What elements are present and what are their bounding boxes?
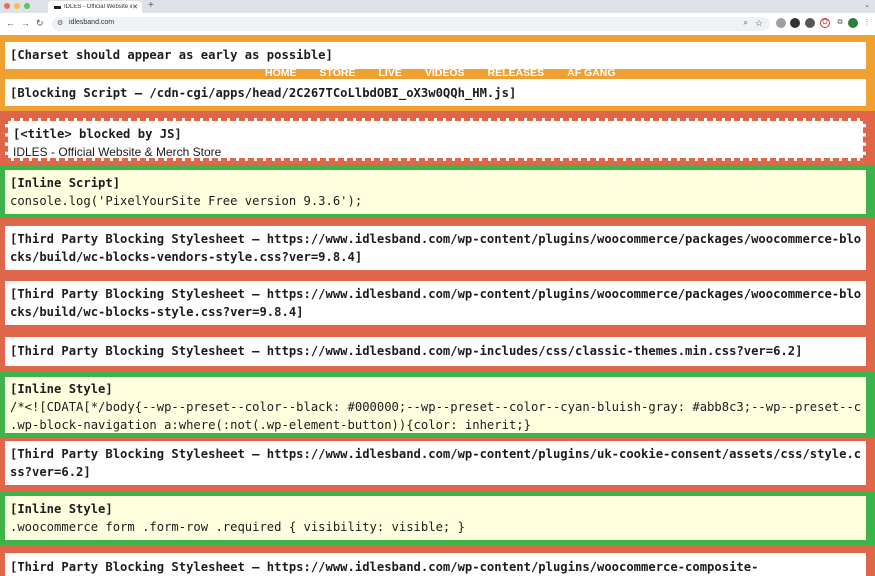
block-label: [Third Party Blocking Stylesheet – https… (10, 344, 803, 358)
url-text[interactable]: idlesband.com (69, 19, 114, 26)
block-blocking-script: [Blocking Script – /cdn-cgi/apps/head/2C… (5, 79, 866, 106)
block-label: [Inline Style] (10, 502, 113, 516)
browser-tab[interactable]: IDLES - Official Website & Me ✕ (48, 1, 142, 13)
block-title-blocked: [<title> blocked by JS] IDLES - Official… (5, 118, 866, 161)
tab-search-icon[interactable]: ⌄ (864, 1, 870, 9)
address-bar[interactable]: ⚙ idlesband.com ⌕ ☆ (52, 17, 770, 31)
block-label: [Charset should appear as early as possi… (10, 48, 333, 62)
site-navigation: HOME STORE LIVE VIDEOS RELEASES AF GANG (265, 67, 616, 79)
block-inline-style-2: [Inline Style] .woocommerce form .form-r… (5, 496, 866, 540)
close-window-icon[interactable] (4, 3, 10, 9)
block-label: [Third Party Blocking Stylesheet – https… (10, 232, 862, 264)
block-label: [Third Party Blocking Stylesheet – https… (10, 560, 759, 574)
block-third-party-stylesheet-4: [Third Party Blocking Stylesheet – https… (5, 441, 866, 485)
block-third-party-stylesheet-1: [Third Party Blocking Stylesheet – https… (5, 226, 866, 270)
nav-videos[interactable]: VIDEOS (425, 67, 465, 79)
opera-extension-icon[interactable]: O (820, 18, 830, 28)
block-charset: [Charset should appear as early as possi… (5, 42, 866, 69)
window-controls (4, 3, 30, 9)
site-info-icon[interactable]: ⚙ (57, 19, 63, 27)
minimize-window-icon[interactable] (14, 3, 20, 9)
nav-home[interactable]: HOME (265, 67, 297, 79)
browser-chrome: IDLES - Official Website & Me ✕ + ⌄ ← → … (0, 0, 875, 35)
extension-icon-2[interactable] (805, 18, 815, 28)
nav-live[interactable]: LIVE (378, 67, 401, 79)
block-label: [<title> blocked by JS] (13, 127, 182, 141)
block-text: .woocommerce form .form-row .required { … (10, 520, 465, 534)
tab-title: IDLES - Official Website & Me (64, 4, 132, 10)
block-text: /*<![CDATA[*/body{--wp--preset--color--b… (10, 400, 862, 414)
reload-icon[interactable]: ↻ (36, 18, 44, 29)
nav-releases[interactable]: RELEASES (488, 67, 545, 79)
browser-toolbar: ← → ↻ ⚙ idlesband.com ⌕ ☆ O ⧉ ⋮ (0, 13, 875, 35)
close-tab-icon[interactable]: ✕ (132, 3, 138, 11)
forward-icon[interactable]: → (21, 18, 30, 28)
nav-af-gang[interactable]: AF GANG (567, 67, 615, 79)
tab-bar: IDLES - Official Website & Me ✕ + ⌄ (0, 0, 875, 13)
block-inline-script: [Inline Script] console.log('PixelYourSi… (5, 170, 866, 214)
block-label: [Third Party Blocking Stylesheet – https… (10, 447, 862, 479)
block-third-party-stylesheet-2: [Third Party Blocking Stylesheet – https… (5, 281, 866, 325)
bookmark-star-icon[interactable]: ☆ (755, 18, 763, 29)
zoom-window-icon[interactable] (24, 3, 30, 9)
new-tab-button[interactable]: + (148, 0, 154, 11)
page-viewport: [Charset should appear as early as possi… (0, 35, 875, 576)
back-icon[interactable]: ← (6, 18, 15, 28)
profile-avatar[interactable] (848, 18, 858, 28)
block-label: [Third Party Blocking Stylesheet – https… (10, 287, 862, 319)
block-label: [Inline Style] (10, 382, 113, 396)
nav-store[interactable]: STORE (320, 67, 356, 79)
block-text-2: .wp-block-navigation a:where(:not(.wp-el… (10, 418, 531, 432)
shield-extension-icon[interactable] (790, 18, 800, 28)
block-inline-style-1: [Inline Style] /*<![CDATA[*/body{--wp--p… (5, 377, 866, 433)
block-label: [Blocking Script – /cdn-cgi/apps/head/2C… (10, 86, 517, 100)
menu-kebab-icon[interactable]: ⋮ (862, 18, 872, 28)
block-text: IDLES - Official Website & Merch Store (13, 145, 222, 159)
site-favicon-icon (54, 5, 61, 9)
zoom-icon[interactable]: ⌕ (744, 18, 748, 28)
block-third-party-stylesheet-5: [Third Party Blocking Stylesheet – https… (5, 553, 866, 576)
block-label: [Inline Script] (10, 176, 121, 190)
puzzle-extensions-icon[interactable]: ⧉ (835, 18, 845, 28)
block-text: console.log('PixelYourSite Free version … (10, 194, 363, 208)
extension-icon[interactable] (776, 18, 786, 28)
block-third-party-stylesheet-3: [Third Party Blocking Stylesheet – https… (5, 337, 866, 366)
